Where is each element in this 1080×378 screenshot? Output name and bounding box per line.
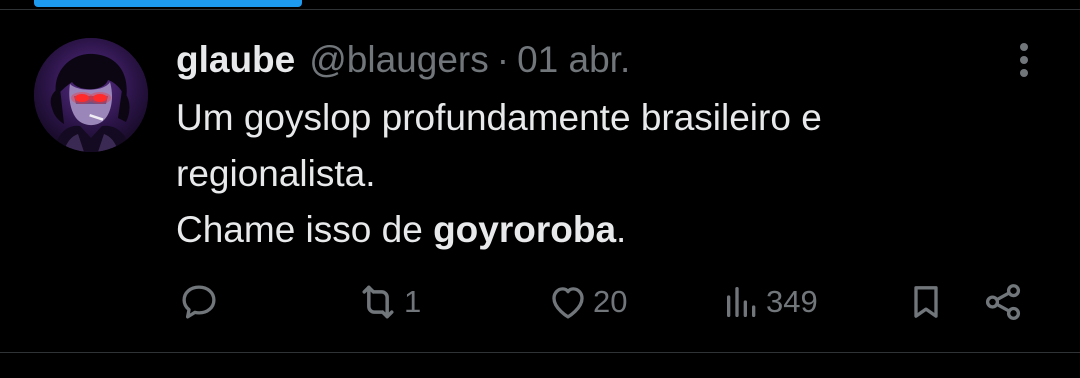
repost-button[interactable]: 1	[356, 278, 421, 326]
views-count: 349	[766, 284, 818, 319]
tweet-text-bold-word: goyroroba	[433, 209, 617, 250]
reply-button[interactable]	[178, 278, 220, 326]
tweet-header: glaube @blaugers · 01 abr.	[176, 38, 630, 82]
tweet-text-line-3-suffix: .	[616, 209, 627, 250]
repost-icon	[356, 280, 400, 324]
active-tab-indicator	[34, 0, 302, 7]
avatar-image	[34, 38, 148, 152]
avatar[interactable]	[34, 38, 148, 152]
views-button[interactable]: 349	[722, 278, 818, 326]
tweet-text-line-1: Um goyslop profundamente brasileiro e	[176, 97, 822, 138]
bottom-divider	[0, 352, 1080, 353]
like-count: 20	[593, 284, 628, 319]
share-icon	[982, 281, 1024, 323]
tweet-text-line-2: regionalista.	[176, 153, 376, 194]
bookmark-icon	[906, 280, 946, 324]
more-vertical-icon	[1018, 41, 1030, 79]
header-separator: ·	[496, 39, 510, 80]
top-divider	[0, 9, 1080, 10]
tweet-text-line-3: Chame isso de goyroroba.	[176, 202, 1036, 258]
repost-count: 1	[404, 284, 422, 319]
like-button[interactable]: 20	[547, 278, 627, 326]
tweet-text-line-3-prefix: Chame isso de	[176, 209, 434, 250]
share-button[interactable]	[982, 278, 1024, 326]
author-handle[interactable]: @blaugers	[309, 38, 489, 82]
views-icon	[722, 282, 762, 322]
tweet-text: Um goyslop profundamente brasileiro e re…	[176, 90, 1036, 258]
tweet-action-bar: 1 20 349	[0, 278, 1080, 326]
author-display-name[interactable]: glaube	[176, 38, 295, 82]
bookmark-button[interactable]	[906, 278, 946, 326]
heart-icon	[547, 281, 589, 323]
tweet-screenshot: glaube @blaugers · 01 abr. Um goyslop pr…	[0, 0, 1080, 378]
more-options-button[interactable]	[1006, 38, 1042, 82]
reply-icon	[178, 281, 220, 323]
tweet-date[interactable]: 01 abr.	[517, 38, 630, 82]
